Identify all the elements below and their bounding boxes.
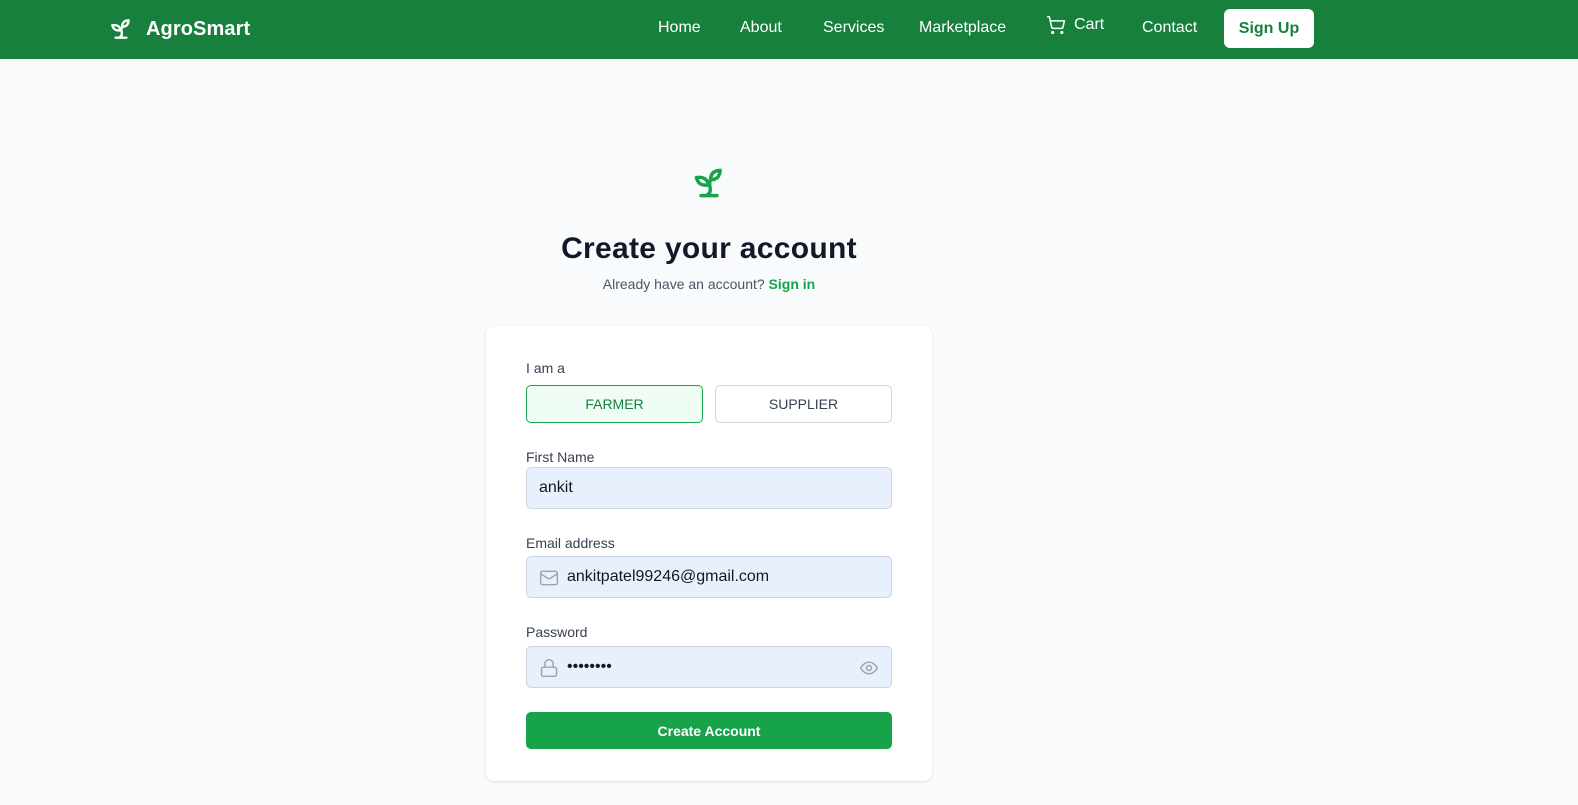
first-name-field[interactable]: ankit xyxy=(526,467,892,509)
sprout-icon xyxy=(694,168,722,198)
page-title: Create your account xyxy=(561,232,857,265)
first-name-value: ankit xyxy=(539,479,573,496)
password-label: Password xyxy=(526,624,588,640)
role-label: I am a xyxy=(526,360,565,376)
nav-services-link[interactable]: Services xyxy=(823,19,884,37)
eye-icon[interactable] xyxy=(859,658,879,678)
nav-home-link[interactable]: Home xyxy=(658,19,701,37)
nav-about-link[interactable]: About xyxy=(740,19,782,37)
nav-contact-link[interactable]: Contact xyxy=(1142,19,1197,37)
email-label: Email address xyxy=(526,535,615,551)
signup-form-card: I am a FARMER SUPPLIER First Name ankit … xyxy=(486,326,932,781)
signin-link[interactable]: Sign in xyxy=(769,276,816,292)
signin-prompt: Already have an account? Sign in xyxy=(0,276,1418,292)
nav-links: Home About Services Marketplace Cart Con… xyxy=(0,0,1578,59)
first-name-label: First Name xyxy=(526,449,595,465)
email-field[interactable]: ankitpatel99246@gmail.com xyxy=(526,556,892,598)
lock-icon xyxy=(540,658,558,678)
nav-signup-button[interactable]: Sign Up xyxy=(1224,9,1314,48)
signin-prompt-text: Already have an account? xyxy=(602,276,765,292)
mail-icon xyxy=(539,570,559,586)
cart-icon xyxy=(1046,15,1066,35)
password-value: •••••••• xyxy=(567,658,612,675)
top-navbar: AgroSmart Home About Services Marketplac… xyxy=(0,0,1578,59)
nav-cart-label: Cart xyxy=(1074,16,1105,33)
password-field[interactable]: •••••••• xyxy=(526,646,892,688)
role-farmer-button[interactable]: FARMER xyxy=(526,385,703,423)
nav-cart-link[interactable]: Cart xyxy=(1046,15,1104,35)
role-supplier-button[interactable]: SUPPLIER xyxy=(715,385,892,423)
email-value: ankitpatel99246@gmail.com xyxy=(567,568,770,585)
nav-marketplace-link[interactable]: Marketplace xyxy=(919,19,1006,37)
create-account-button[interactable]: Create Account xyxy=(526,712,892,749)
